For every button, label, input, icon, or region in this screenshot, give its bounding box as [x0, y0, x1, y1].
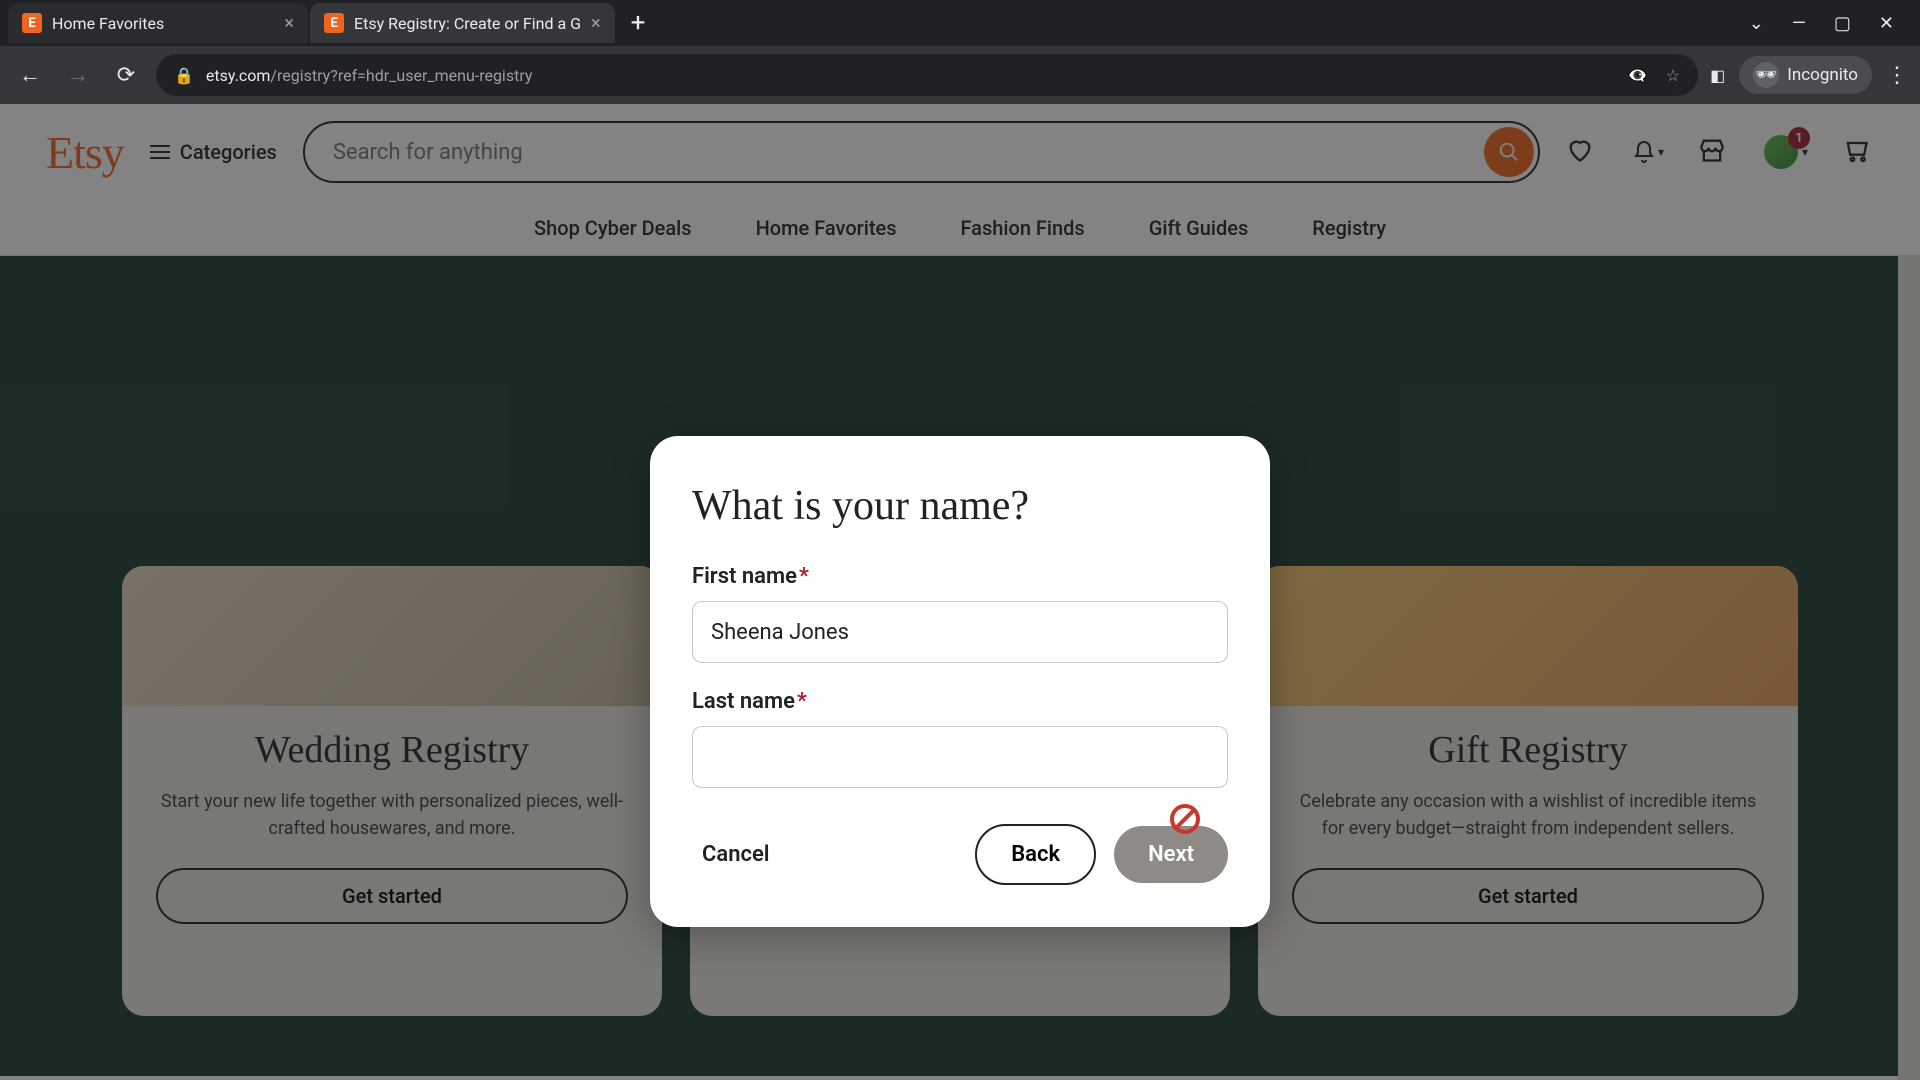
minimize-icon[interactable]: —: [1792, 13, 1806, 34]
menu-icon[interactable]: ⋮: [1886, 63, 1908, 88]
favicon-icon: E: [324, 13, 344, 33]
favicon-icon: E: [22, 13, 42, 33]
back-button[interactable]: Back: [975, 824, 1096, 885]
site-header: Etsy Categories ▾ 1: [0, 104, 1920, 200]
url-host: etsy.com: [206, 66, 270, 85]
new-tab-button[interactable]: +: [617, 8, 660, 38]
card-gift: Gift Registry Celebrate any occasion wit…: [1258, 566, 1798, 1016]
nav-fashion-finds[interactable]: Fashion Finds: [961, 216, 1085, 240]
search-input[interactable]: [303, 121, 1540, 183]
hamburger-icon: [150, 145, 170, 159]
eye-off-icon[interactable]: 👁‍🗨: [1628, 66, 1648, 85]
tab-title: Etsy Registry: Create or Find a G: [354, 14, 581, 33]
chrome-right-controls: ◧ 🕶 Incognito ⋮: [1710, 56, 1908, 94]
incognito-icon: 🕶: [1753, 62, 1779, 88]
tab-title: Home Favorites: [52, 14, 164, 33]
back-nav-button[interactable]: ←: [12, 57, 48, 93]
card-image: [1258, 566, 1798, 706]
categories-label: Categories: [180, 140, 277, 164]
last-name-group: Last name*: [692, 689, 1228, 788]
categories-button[interactable]: Categories: [150, 140, 277, 164]
window-controls: ⌄ — ▢ ✕: [1749, 13, 1912, 34]
next-label: Next: [1148, 842, 1194, 867]
card-desc: Celebrate any occasion with a wishlist o…: [1292, 788, 1764, 842]
avatar: 1: [1764, 135, 1798, 169]
url-path: /registry?ref=hdr_user_menu-registry: [270, 66, 532, 85]
nav-links: Shop Cyber Deals Home Favorites Fashion …: [0, 200, 1920, 256]
account-button[interactable]: 1 ▾: [1764, 135, 1808, 169]
not-allowed-cursor-icon: [1170, 804, 1200, 834]
url-text: etsy.com/registry?ref=hdr_user_menu-regi…: [206, 66, 533, 85]
notifications-button[interactable]: ▾: [1632, 136, 1664, 168]
address-bar[interactable]: 🔒 etsy.com/registry?ref=hdr_user_menu-re…: [156, 54, 1698, 96]
shop-icon: [1698, 136, 1726, 164]
header-icons: ▾ 1 ▾: [1566, 135, 1874, 169]
close-icon[interactable]: ×: [591, 13, 601, 34]
tab-etsy-registry[interactable]: E Etsy Registry: Create or Find a G ×: [310, 3, 615, 43]
nav-home-favorites[interactable]: Home Favorites: [756, 216, 897, 240]
last-name-label: Last name*: [692, 689, 1228, 714]
card-title: Gift Registry: [1292, 728, 1764, 772]
scrollbar[interactable]: [1898, 256, 1920, 1080]
first-name-group: First name*: [692, 564, 1228, 663]
nav-registry[interactable]: Registry: [1312, 216, 1386, 240]
address-actions: 👁‍🗨 ☆: [1628, 66, 1680, 85]
incognito-label: Incognito: [1787, 65, 1858, 85]
cancel-button[interactable]: Cancel: [692, 828, 780, 881]
search-button[interactable]: [1484, 127, 1534, 177]
get-started-button[interactable]: Get started: [156, 868, 628, 924]
maximize-icon[interactable]: ▢: [1834, 13, 1851, 34]
search-wrapper: [303, 121, 1540, 183]
search-icon: [1498, 141, 1520, 163]
heart-icon: [1566, 136, 1594, 164]
incognito-indicator[interactable]: 🕶 Incognito: [1739, 56, 1872, 94]
close-icon[interactable]: ×: [284, 13, 294, 34]
get-started-button[interactable]: Get started: [1292, 868, 1764, 924]
name-modal: What is your name? First name* Last name…: [650, 436, 1270, 927]
first-name-field[interactable]: [692, 601, 1228, 663]
star-icon[interactable]: ☆: [1666, 66, 1680, 85]
nav-gift-guides[interactable]: Gift Guides: [1149, 216, 1249, 240]
lock-icon: 🔒: [174, 66, 194, 85]
favorites-button[interactable]: [1566, 136, 1598, 168]
card-wedding: Wedding Registry Start your new life tog…: [122, 566, 662, 1016]
modal-title: What is your name?: [692, 482, 1228, 530]
close-window-icon[interactable]: ✕: [1879, 13, 1894, 34]
address-row: ← → ⟳ 🔒 etsy.com/registry?ref=hdr_user_m…: [0, 46, 1920, 104]
reload-button[interactable]: ⟳: [108, 57, 144, 93]
forward-nav-button[interactable]: →: [60, 57, 96, 93]
etsy-logo[interactable]: Etsy: [46, 126, 124, 179]
browser-chrome: E Home Favorites × E Etsy Registry: Crea…: [0, 0, 1920, 104]
card-title: Wedding Registry: [156, 728, 628, 772]
tab-strip: E Home Favorites × E Etsy Registry: Crea…: [0, 0, 1920, 46]
page-content: Etsy Categories ▾ 1: [0, 104, 1920, 1080]
card-desc: Start your new life together with person…: [156, 788, 628, 842]
card-image: [122, 566, 662, 706]
shop-button[interactable]: [1698, 136, 1730, 168]
first-name-label: First name*: [692, 564, 1228, 589]
extensions-icon[interactable]: ◧: [1710, 66, 1725, 85]
last-name-field[interactable]: [692, 726, 1228, 788]
cart-button[interactable]: [1842, 136, 1874, 168]
notification-badge: 1: [1788, 127, 1810, 149]
tab-home-favorites[interactable]: E Home Favorites ×: [8, 3, 308, 43]
nav-cyber-deals[interactable]: Shop Cyber Deals: [534, 216, 692, 240]
cart-icon: [1842, 136, 1870, 164]
modal-actions: Cancel Back Next: [692, 824, 1228, 885]
next-button[interactable]: Next: [1114, 826, 1228, 883]
bell-icon: [1632, 138, 1656, 166]
chevron-down-icon[interactable]: ⌄: [1749, 13, 1764, 34]
